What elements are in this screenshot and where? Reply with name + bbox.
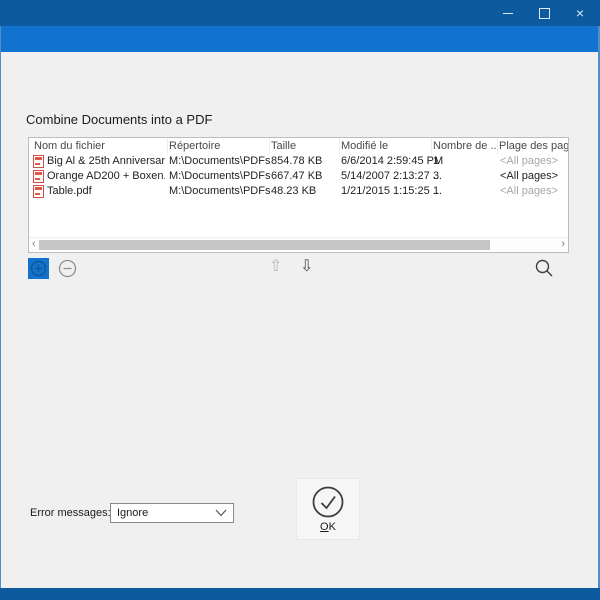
close-icon: × xyxy=(576,6,584,20)
cell-directory: M:\Documents\PDFs xyxy=(169,184,270,199)
check-circle-icon xyxy=(310,484,346,520)
cell-modified: 1/21/2015 1:15:25 ... xyxy=(341,184,442,199)
minimize-icon xyxy=(503,13,513,14)
cell-pages: 1 xyxy=(433,154,439,169)
maximize-icon xyxy=(539,8,550,19)
column-header-modified[interactable]: Modifié le xyxy=(341,138,432,154)
file-table: Nom du fichier Répertoire Taille Modifié… xyxy=(28,137,569,253)
column-header-pages[interactable]: Nombre de ... xyxy=(433,138,498,154)
table-body: Big Al & 25th Anniversary ... M:\Document… xyxy=(29,154,568,199)
up-arrow-icon: ⇧ xyxy=(269,258,282,275)
table-header: Nom du fichier Répertoire Taille Modifié… xyxy=(29,138,568,154)
move-up-button[interactable]: ⇧ xyxy=(269,256,282,276)
minimize-button[interactable] xyxy=(490,0,526,26)
window-controls: × xyxy=(490,0,598,26)
cell-pages: 1 xyxy=(433,184,439,199)
remove-file-button[interactable] xyxy=(57,258,78,279)
column-header-size[interactable]: Taille xyxy=(271,138,340,154)
page-title: Combine Documents into a PDF xyxy=(26,112,212,127)
search-button[interactable] xyxy=(534,258,554,278)
cell-modified: 6/6/2014 2:59:45 PM xyxy=(341,154,443,169)
error-messages-value: Ignore xyxy=(111,507,215,519)
column-header-pagerange[interactable]: Plage des page xyxy=(499,138,568,154)
cell-filename: Orange AD200 + Boxen.pdf xyxy=(47,169,165,184)
window-bottom-bar xyxy=(0,588,600,600)
cell-directory: M:\Documents\PDFs xyxy=(169,169,270,184)
error-messages-select[interactable]: Ignore xyxy=(110,503,234,523)
column-header-directory[interactable]: Répertoire xyxy=(169,138,270,154)
hscrollbar-thumb[interactable] xyxy=(39,240,490,250)
cell-pagerange: <All pages> xyxy=(500,154,558,169)
ok-button[interactable]: OK xyxy=(296,478,360,540)
table-row[interactable]: Big Al & 25th Anniversary ... M:\Document… xyxy=(29,154,568,169)
move-down-button[interactable]: ⇩ xyxy=(300,256,313,276)
scroll-left-icon[interactable]: ‹ xyxy=(32,238,36,252)
horizontal-scrollbar[interactable]: ‹ › xyxy=(29,237,568,252)
window-border-left xyxy=(0,26,1,588)
circle-plus-icon xyxy=(30,260,47,277)
table-row[interactable]: Orange AD200 + Boxen.pdf M:\Documents\PDF… xyxy=(29,169,568,184)
cell-filename: Big Al & 25th Anniversary ... xyxy=(47,154,165,169)
cell-directory: M:\Documents\PDFs xyxy=(169,154,270,169)
pdf-file-icon xyxy=(33,155,44,168)
cell-pages: 3 xyxy=(433,169,439,184)
add-file-button[interactable] xyxy=(28,258,49,279)
cell-size: 854.78 KB xyxy=(271,154,322,169)
accent-band xyxy=(0,26,600,52)
error-messages-label: Error messages: xyxy=(30,507,111,519)
cell-pagerange: <All pages> xyxy=(500,184,558,199)
table-row[interactable]: Table.pdf M:\Documents\PDFs48.23 KB 1/21/2… xyxy=(29,184,568,199)
maximize-button[interactable] xyxy=(526,0,562,26)
down-arrow-icon: ⇩ xyxy=(300,258,313,275)
ok-button-label: OK xyxy=(320,521,336,533)
cell-pagerange: <All pages> xyxy=(500,169,558,184)
circle-minus-icon xyxy=(58,259,77,278)
cell-filename: Table.pdf xyxy=(47,184,92,199)
cell-size: 667.47 KB xyxy=(271,169,322,184)
scroll-right-icon[interactable]: › xyxy=(561,238,565,252)
magnifier-icon xyxy=(534,258,554,278)
pdf-file-icon xyxy=(33,185,44,198)
cell-size: 48.23 KB xyxy=(271,184,316,199)
cell-modified: 5/14/2007 2:13:27 ... xyxy=(341,169,442,184)
chevron-down-icon xyxy=(215,509,227,517)
column-header-filename[interactable]: Nom du fichier xyxy=(34,138,168,154)
close-button[interactable]: × xyxy=(562,0,598,26)
pdf-file-icon xyxy=(33,170,44,183)
